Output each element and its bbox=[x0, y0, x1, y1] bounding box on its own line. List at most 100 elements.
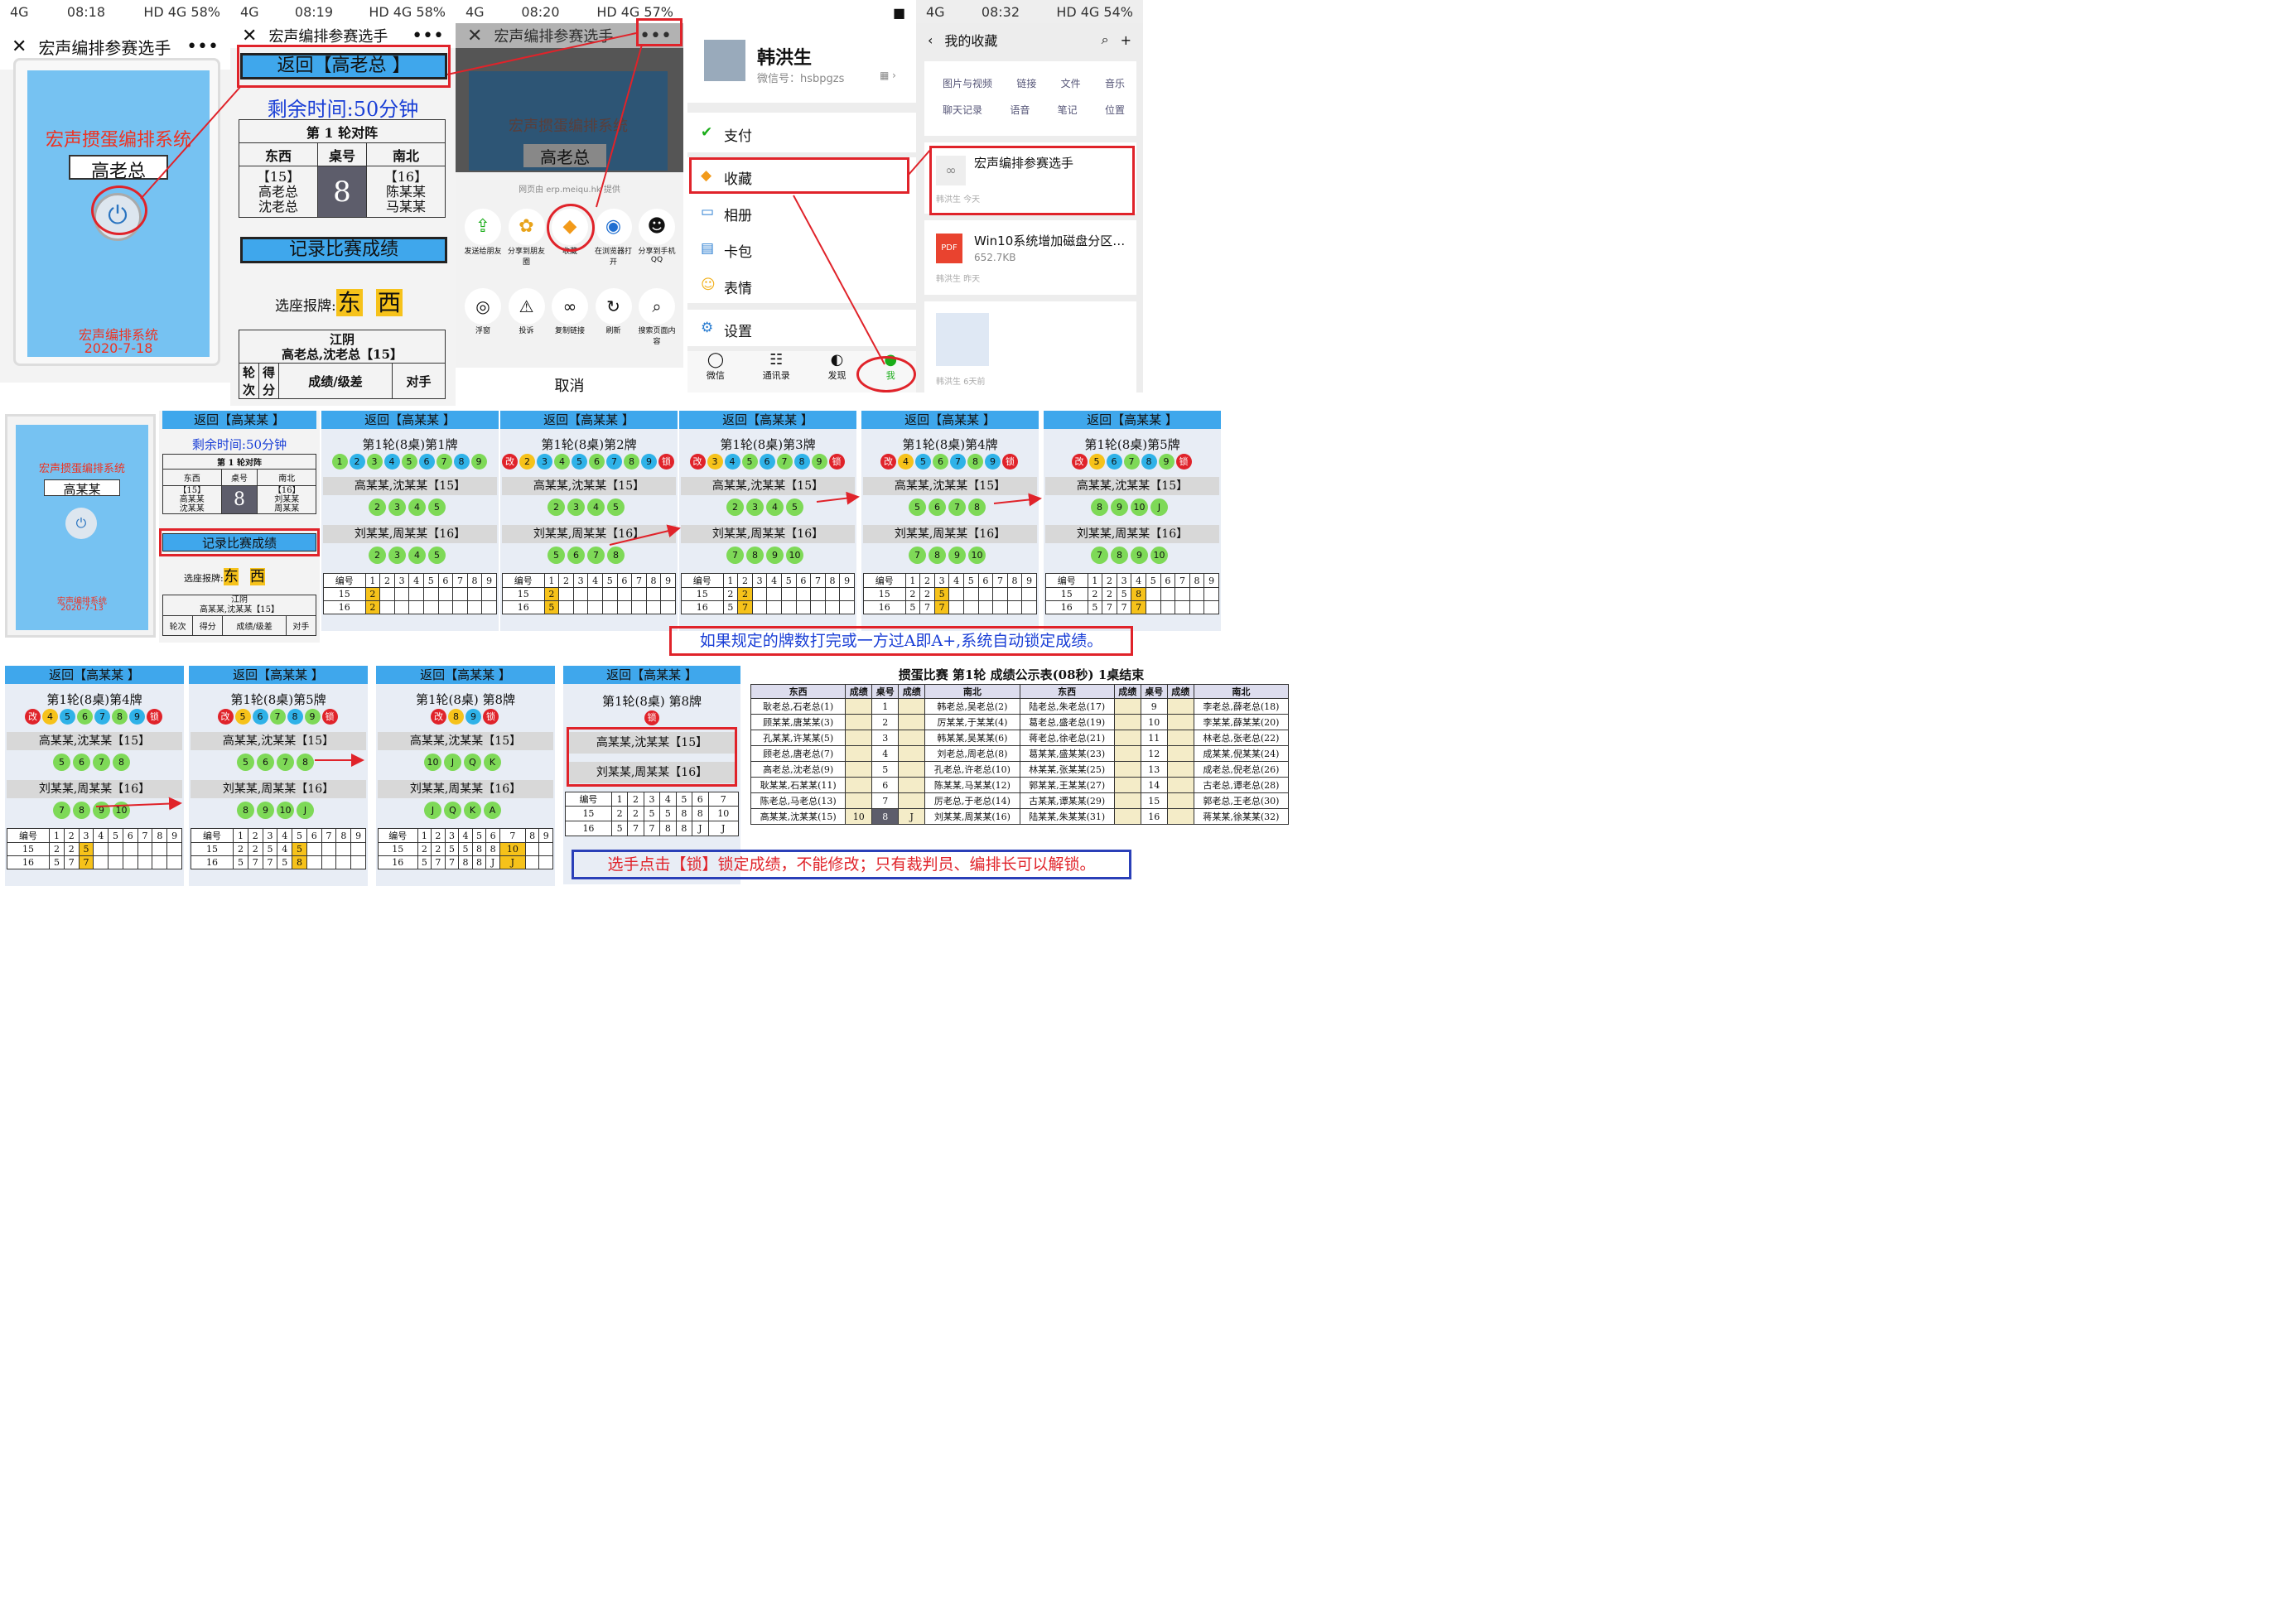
grid-cell: 6 bbox=[122, 828, 138, 843]
grid-cell: 4 bbox=[277, 842, 293, 856]
grid-cell: 2 bbox=[233, 842, 248, 856]
grid-cell bbox=[335, 842, 352, 856]
grid-cell: 8 bbox=[485, 842, 500, 856]
grid-cell: 2 bbox=[63, 842, 80, 856]
grid-cell bbox=[524, 842, 540, 856]
grid-cell: 2 bbox=[63, 828, 80, 843]
grid-cell bbox=[350, 855, 366, 869]
note-lock-rule: 选手点击【锁】锁定成绩，不能修改；只有裁判员、编排长可以解锁。 bbox=[572, 850, 1131, 879]
grid-cell bbox=[152, 855, 168, 869]
grid-cell: 8 bbox=[524, 828, 540, 843]
grid-cell: 10 bbox=[499, 842, 526, 856]
grid-cell: 7 bbox=[499, 828, 526, 843]
score-grid: 编号 1 2 3 4 5 6 7 8 9 15 2 2 5 16 5 7 7 bbox=[6, 828, 182, 869]
grid-cell bbox=[93, 842, 109, 856]
grid-cell: 5 bbox=[444, 842, 460, 856]
score-grid: 编号 1 2 3 4 5 6 7 8 9 15 2 2 5 5 8 8 10 16 5 7 7 8 8 J J bbox=[378, 828, 553, 869]
grid-cell bbox=[122, 855, 138, 869]
grid-row: 16 5 7 7 bbox=[6, 855, 182, 869]
grid-cell: 9 bbox=[538, 828, 553, 843]
grid-head: 编号 1 2 3 4 5 6 7 8 9 bbox=[190, 828, 366, 843]
annotation-arrows bbox=[95, 491, 1042, 811]
grid-cell: 5 bbox=[277, 855, 293, 869]
grid-row: 15 2 2 5 4 5 bbox=[190, 842, 366, 856]
grid-cell: 8 bbox=[458, 855, 473, 869]
grid-cell: 1 bbox=[417, 828, 432, 843]
grid-cell bbox=[306, 842, 322, 856]
grid-cell: 2 bbox=[431, 828, 446, 843]
grid-cell: 8 bbox=[292, 855, 307, 869]
grid-cell: 7 bbox=[78, 855, 94, 869]
grid-cell: 16 bbox=[378, 855, 418, 869]
grid-cell bbox=[137, 842, 153, 856]
grid-cell bbox=[538, 842, 553, 856]
grid-cell: 8 bbox=[152, 828, 168, 843]
grid-cell: 7 bbox=[262, 855, 278, 869]
grid-cell: 编号 bbox=[190, 828, 234, 843]
grid-cell: 3 bbox=[78, 828, 94, 843]
grid-cell: 编号 bbox=[6, 828, 51, 843]
grid-cell: 5 bbox=[292, 828, 307, 843]
grid-cell: 15 bbox=[6, 842, 51, 856]
grid-cell: 9 bbox=[166, 828, 182, 843]
grid-cell bbox=[321, 842, 337, 856]
grid-cell: 6 bbox=[485, 828, 500, 843]
grid-cell bbox=[335, 855, 352, 869]
grid-cell bbox=[108, 842, 123, 856]
grid-cell bbox=[538, 855, 553, 869]
grid-cell: 4 bbox=[277, 828, 293, 843]
grid-cell: 7 bbox=[444, 855, 460, 869]
grid-cell bbox=[108, 855, 123, 869]
grid-cell: 8 bbox=[471, 855, 487, 869]
grid-cell: 5 bbox=[458, 842, 473, 856]
grid-cell: 4 bbox=[458, 828, 473, 843]
grid-cell bbox=[166, 842, 182, 856]
grid-cell: 2 bbox=[49, 842, 65, 856]
grid-cell: 7 bbox=[137, 828, 153, 843]
grid-cell bbox=[350, 842, 366, 856]
grid-cell: 2 bbox=[247, 842, 263, 856]
grid-cell: J bbox=[499, 855, 526, 869]
grid-cell: 1 bbox=[49, 828, 65, 843]
grid-cell: 7 bbox=[63, 855, 80, 869]
grid-cell bbox=[321, 855, 337, 869]
grid-cell bbox=[524, 855, 540, 869]
grid-row: 16 5 7 7 8 8 J J bbox=[378, 855, 553, 869]
grid-cell: 5 bbox=[108, 828, 123, 843]
grid-cell: 5 bbox=[262, 842, 278, 856]
grid-cell: 编号 bbox=[378, 828, 418, 843]
grid-cell: 4 bbox=[93, 828, 109, 843]
grid-cell: 1 bbox=[233, 828, 248, 843]
grid-cell: 2 bbox=[247, 828, 263, 843]
grid-cell: 2 bbox=[431, 842, 446, 856]
grid-cell: 5 bbox=[417, 855, 432, 869]
grid-cell bbox=[93, 855, 109, 869]
grid-cell: 15 bbox=[378, 842, 418, 856]
grid-cell: 8 bbox=[335, 828, 352, 843]
grid-cell: J bbox=[485, 855, 500, 869]
grid-cell: 6 bbox=[306, 828, 322, 843]
grid-cell: 5 bbox=[292, 842, 307, 856]
grid-row: 15 2 2 5 bbox=[6, 842, 182, 856]
score-grid: 编号 1 2 3 4 5 6 7 8 9 15 2 2 5 4 5 16 5 7 7 5 8 bbox=[190, 828, 366, 869]
connector-lines bbox=[140, 32, 932, 365]
grid-cell: 7 bbox=[321, 828, 337, 843]
grid-head: 编号 1 2 3 4 5 6 7 8 9 bbox=[378, 828, 553, 843]
grid-cell bbox=[306, 855, 322, 869]
grid-cell: 16 bbox=[6, 855, 51, 869]
grid-cell: 5 bbox=[471, 828, 487, 843]
grid-cell: 15 bbox=[190, 842, 234, 856]
grid-head: 编号 1 2 3 4 5 6 7 8 9 bbox=[6, 828, 182, 843]
grid-cell bbox=[166, 855, 182, 869]
grid-row: 16 5 7 7 5 8 bbox=[190, 855, 366, 869]
grid-cell: 7 bbox=[431, 855, 446, 869]
grid-cell: 5 bbox=[78, 842, 94, 856]
grid-cell: 5 bbox=[233, 855, 248, 869]
grid-cell: 16 bbox=[190, 855, 234, 869]
grid-cell: 7 bbox=[247, 855, 263, 869]
grid-cell bbox=[122, 842, 138, 856]
grid-row: 15 2 2 5 5 8 8 10 bbox=[378, 842, 553, 856]
grid-cell: 5 bbox=[49, 855, 65, 869]
grid-cell: 9 bbox=[350, 828, 366, 843]
grid-cell: 3 bbox=[262, 828, 278, 843]
